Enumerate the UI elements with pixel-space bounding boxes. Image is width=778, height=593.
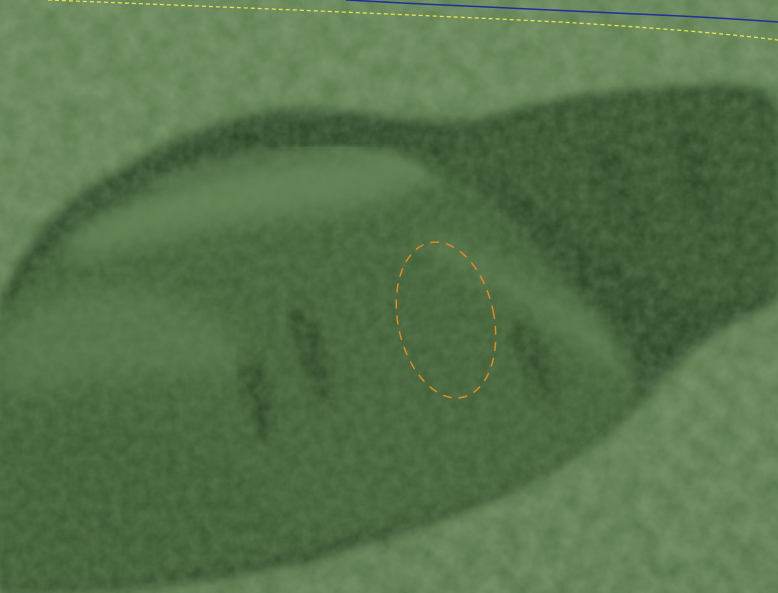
terrain-texture bbox=[0, 0, 778, 593]
terrain-viewport[interactable] bbox=[0, 0, 778, 593]
terrain-canvas[interactable] bbox=[0, 0, 778, 593]
